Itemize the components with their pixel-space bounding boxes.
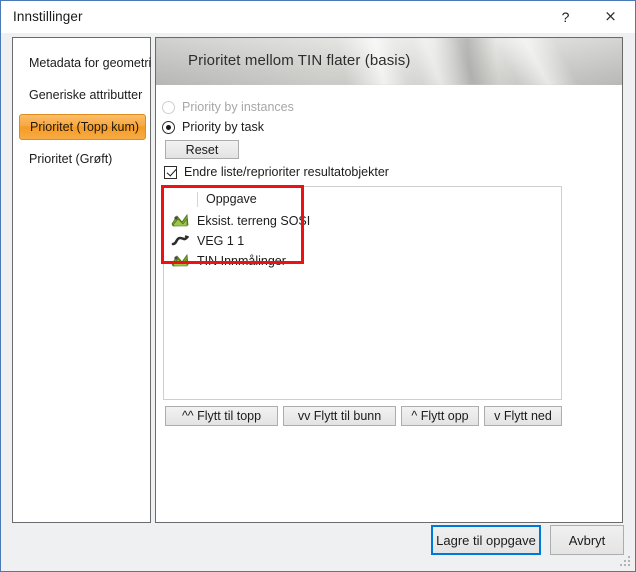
move-down-label: v Flytt ned xyxy=(494,409,552,423)
section-title: Prioritet mellom TIN flater (basis) xyxy=(188,52,411,69)
radio-priority-by-task[interactable]: Priority by task xyxy=(162,120,264,134)
checkbox-endre-liste-reprioriter[interactable]: Endre liste/reprioriter resultatobjekter xyxy=(164,165,389,179)
list-item-label: Eksist. terreng SOSI xyxy=(197,213,311,228)
section-banner: Prioritet mellom TIN flater (basis) xyxy=(156,38,622,85)
checkbox-label: Endre liste/reprioriter resultatobjekter xyxy=(184,165,389,179)
resize-grip[interactable] xyxy=(619,555,631,567)
terrain-surface-icon xyxy=(170,253,190,269)
close-icon: × xyxy=(604,7,617,25)
sidebar-item-generiske-attributter[interactable]: Generiske attributter xyxy=(19,82,146,108)
move-to-bottom-button[interactable]: vv Flytt til bunn xyxy=(283,406,396,426)
move-to-top-label: ^^ Flytt til topp xyxy=(181,409,262,423)
reset-button-label: Reset xyxy=(185,142,219,157)
sidebar-item-label: Prioritet (Grøft) xyxy=(29,152,113,166)
main-panel: Prioritet mellom TIN flater (basis) Prio… xyxy=(155,37,623,523)
sidebar-panel: Metadata for geometri Generiske attribut… xyxy=(12,37,151,523)
sidebar-item-prioritet-topp-kum[interactable]: Prioritet (Topp kum) xyxy=(19,114,146,140)
title-bar: Innstillinger ? × xyxy=(1,1,635,33)
move-up-label: ^ Flytt opp xyxy=(411,409,469,423)
radio-unchecked-icon xyxy=(162,100,175,114)
radio-label: Priority by task xyxy=(182,120,264,134)
sidebar-item-label: Prioritet (Topp kum) xyxy=(30,120,140,134)
save-to-task-label: Lagre til oppgave xyxy=(436,532,536,548)
sidebar-item-label: Generiske attributter xyxy=(29,88,143,102)
road-alignment-icon xyxy=(170,233,190,249)
question-mark-icon: ? xyxy=(561,8,570,25)
sidebar-item-prioritet-groft[interactable]: Prioritet (Grøft) xyxy=(19,146,146,172)
list-column-header-oppgave: Oppgave xyxy=(197,192,257,207)
move-down-button[interactable]: v Flytt ned xyxy=(484,406,562,426)
task-priority-listbox[interactable]: Oppgave Eksist. terreng SOSI VEG 1 1 TIN… xyxy=(163,186,562,400)
window-title: Innstillinger xyxy=(13,9,83,24)
sidebar-item-label: Metadata for geometri xyxy=(29,56,152,70)
save-to-task-button[interactable]: Lagre til oppgave xyxy=(431,525,541,555)
move-to-top-button[interactable]: ^^ Flytt til topp xyxy=(165,406,278,426)
list-item[interactable]: VEG 1 1 xyxy=(164,231,561,250)
list-item[interactable]: TIN Innmålinger xyxy=(164,251,561,270)
cancel-button-label: Avbryt xyxy=(568,532,606,548)
move-to-bottom-label: vv Flytt til bunn xyxy=(297,409,382,423)
radio-label: Priority by instances xyxy=(182,100,294,114)
cancel-button[interactable]: Avbryt xyxy=(550,525,624,555)
sidebar-item-metadata-for-geometri[interactable]: Metadata for geometri xyxy=(19,50,151,76)
terrain-surface-icon xyxy=(170,213,190,229)
list-item[interactable]: Eksist. terreng SOSI xyxy=(164,211,561,230)
settings-dialog-window: Innstillinger ? × Metadata for geometri … xyxy=(0,0,636,572)
checkbox-checked-icon xyxy=(164,165,177,179)
close-button[interactable]: × xyxy=(588,1,633,32)
list-item-label: VEG 1 1 xyxy=(197,233,245,248)
radio-checked-icon xyxy=(162,120,175,134)
move-up-button[interactable]: ^ Flytt opp xyxy=(401,406,479,426)
list-item-label: TIN Innmålinger xyxy=(197,253,286,268)
help-button[interactable]: ? xyxy=(543,1,588,32)
reset-button[interactable]: Reset xyxy=(165,140,239,159)
radio-priority-by-instances[interactable]: Priority by instances xyxy=(162,100,294,114)
